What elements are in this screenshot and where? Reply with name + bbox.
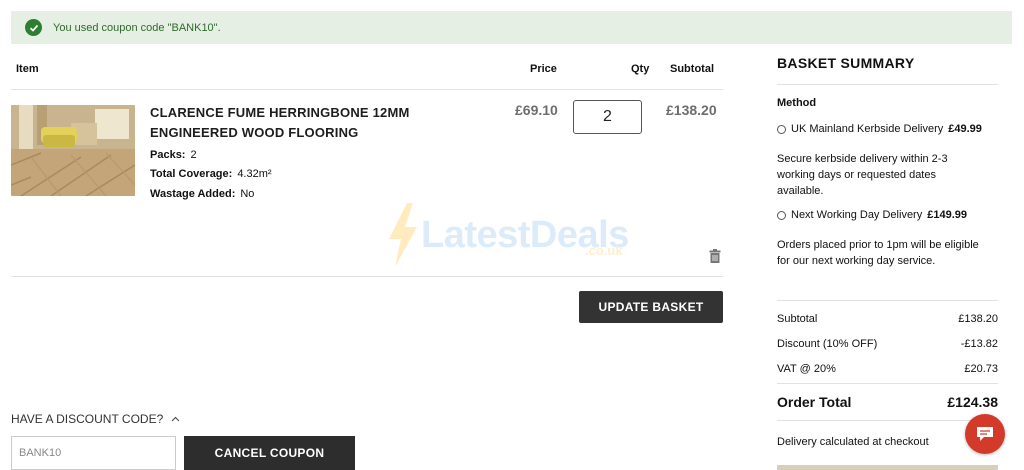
kerbside-description: Secure kerbside delivery within 2-3 work… bbox=[777, 153, 948, 197]
total-divider bbox=[777, 383, 998, 384]
chat-button[interactable] bbox=[965, 414, 1005, 454]
quantity-input[interactable]: 2 bbox=[573, 100, 642, 134]
delivery-option-kerbside[interactable]: UK Mainland Kerbside Delivery £49.99 bbox=[777, 123, 982, 135]
order-total-value: £124.38 bbox=[947, 394, 998, 410]
option-label: UK Mainland Kerbside Delivery bbox=[791, 123, 944, 135]
wastage-value: No bbox=[240, 188, 255, 200]
trash-icon[interactable] bbox=[709, 249, 721, 263]
summary-title-divider bbox=[777, 84, 998, 85]
vat-value: £20.73 bbox=[964, 363, 998, 375]
column-header-item: Item bbox=[16, 63, 39, 75]
coverage-row: Total Coverage: 4.32m² bbox=[150, 168, 272, 180]
chat-bubble-icon bbox=[977, 427, 993, 441]
latestdeals-watermark: LatestDeals .co.uk bbox=[385, 203, 629, 267]
column-header-subtotal: Subtotal bbox=[670, 63, 714, 75]
notice-message: You used coupon code "BANK10". bbox=[53, 21, 221, 34]
product-title[interactable]: CLARENCE FUME HERRINGBONE 12MM ENGINEERE… bbox=[150, 103, 495, 143]
packs-value: 2 bbox=[190, 149, 197, 161]
packs-label: Packs: bbox=[150, 149, 186, 161]
summary-divider bbox=[777, 300, 998, 301]
update-basket-button[interactable]: UPDATE BASKET bbox=[579, 291, 723, 323]
item-divider bbox=[11, 276, 723, 277]
method-label: Method bbox=[777, 97, 817, 109]
unit-price: £69.10 bbox=[515, 102, 558, 118]
cancel-coupon-button[interactable]: CANCEL COUPON bbox=[184, 436, 355, 470]
discount-label: Discount (10% OFF) bbox=[777, 338, 878, 350]
chevron-up-icon bbox=[171, 416, 180, 422]
option-price: £149.99 bbox=[927, 209, 967, 221]
delivery-note: Delivery calculated at checkout bbox=[777, 436, 929, 448]
product-thumbnail[interactable] bbox=[11, 105, 135, 196]
summary-footer-edge bbox=[777, 465, 998, 470]
bolt-icon bbox=[389, 203, 417, 267]
check-circle-icon bbox=[25, 19, 42, 36]
discount-value: -£13.82 bbox=[960, 338, 998, 350]
subtotal-label: Subtotal bbox=[777, 313, 818, 325]
packs-row: Packs: 2 bbox=[150, 149, 197, 161]
column-header-price: Price bbox=[530, 63, 557, 75]
next-day-description: Orders placed prior to 1pm will be eligi… bbox=[777, 239, 979, 267]
coverage-label: Total Coverage: bbox=[150, 168, 233, 180]
coverage-value: 4.32m² bbox=[237, 168, 272, 180]
order-total-label: Order Total bbox=[777, 394, 852, 410]
line-subtotal: £138.20 bbox=[666, 102, 717, 118]
column-header-qty: Qty bbox=[631, 63, 650, 75]
option-price: £49.99 bbox=[948, 123, 982, 135]
discount-code-input[interactable] bbox=[11, 436, 176, 470]
delivery-option-next-day[interactable]: Next Working Day Delivery £149.99 bbox=[777, 209, 967, 221]
option-label: Next Working Day Delivery bbox=[791, 209, 923, 221]
wastage-row: Wastage Added: No bbox=[150, 188, 254, 200]
discount-toggle-label: HAVE A DISCOUNT CODE? bbox=[11, 412, 164, 426]
watermark-subtext: .co.uk bbox=[585, 243, 623, 258]
wastage-label: Wastage Added: bbox=[150, 188, 236, 200]
radio-button[interactable] bbox=[777, 124, 786, 134]
radio-button[interactable] bbox=[777, 210, 786, 220]
header-divider bbox=[11, 89, 723, 90]
total-bottom-divider bbox=[777, 420, 998, 421]
subtotal-value: £138.20 bbox=[958, 313, 998, 325]
coupon-success-notice: You used coupon code "BANK10". bbox=[11, 11, 1012, 44]
discount-code-toggle[interactable]: HAVE A DISCOUNT CODE? bbox=[11, 412, 180, 426]
basket-summary-title: BASKET SUMMARY bbox=[777, 55, 915, 71]
vat-label: VAT @ 20% bbox=[777, 363, 836, 375]
